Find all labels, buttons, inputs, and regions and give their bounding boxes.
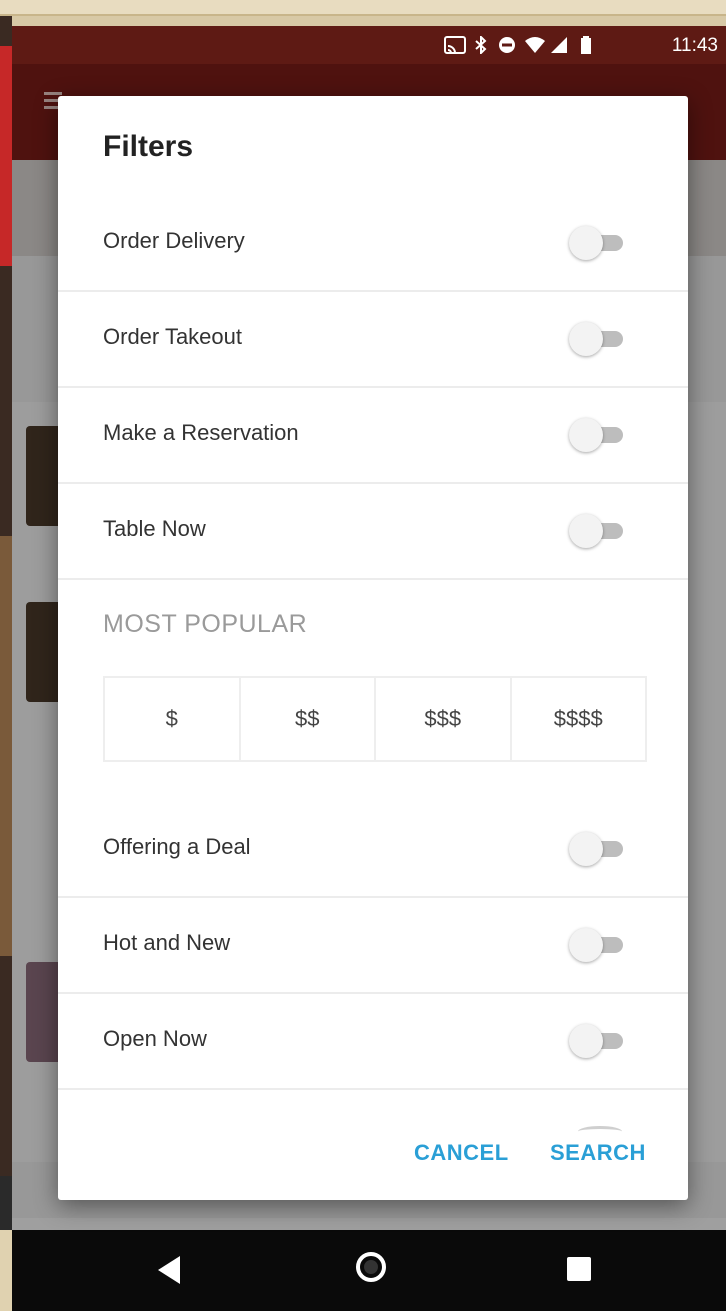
filter-label: Offering a Deal	[103, 834, 251, 859]
filters-dialog: Filters Order Delivery Order Takeout Mak…	[58, 96, 688, 1200]
phone-screen: 11:43 Filters Order Delivery Order Takeo…	[12, 26, 726, 1311]
order-delivery-toggle[interactable]	[569, 226, 627, 260]
dialog-title: Filters	[103, 130, 194, 163]
cast-icon	[444, 36, 466, 58]
price-option-1[interactable]: $	[105, 678, 241, 760]
left-edge-strip	[0, 16, 12, 1311]
order-takeout-toggle[interactable]	[569, 322, 627, 356]
filter-row-order-takeout[interactable]: Order Takeout	[58, 292, 688, 388]
filter-label: Order Delivery	[103, 228, 245, 253]
home-icon[interactable]	[356, 1252, 386, 1282]
filter-row-offering-deal[interactable]: Offering a Deal	[58, 802, 688, 898]
filter-row-table-now[interactable]: Table Now	[58, 484, 688, 580]
filter-label: Order Takeout	[103, 324, 243, 349]
status-time: 11:43	[671, 35, 718, 56]
search-button[interactable]: SEARCH	[550, 1140, 646, 1166]
dialog-actions: CANCEL SEARCH	[58, 1136, 688, 1200]
cancel-button[interactable]: CANCEL	[414, 1140, 509, 1166]
section-label-most-popular: MOST POPULAR	[103, 610, 308, 638]
left-strip-segment	[0, 46, 12, 266]
battery-icon	[580, 36, 592, 58]
filter-label: Table Now	[103, 516, 206, 541]
bluetooth-icon	[474, 34, 488, 58]
price-option-4[interactable]: $$$$	[512, 678, 646, 760]
back-icon[interactable]	[158, 1256, 180, 1284]
filter-label: Make a Reservation	[103, 420, 299, 445]
hot-and-new-toggle[interactable]	[569, 928, 627, 962]
filter-row-order-delivery[interactable]: Order Delivery	[58, 196, 688, 292]
table-now-toggle[interactable]	[569, 514, 627, 548]
filter-label: Hot and New	[103, 930, 231, 955]
price-option-3[interactable]: $$$	[376, 678, 512, 760]
make-reservation-toggle[interactable]	[569, 418, 627, 452]
price-filter-group: $ $$ $$$ $$$$	[103, 676, 647, 762]
system-navigation-bar	[12, 1230, 726, 1311]
signal-icon	[550, 36, 568, 58]
screenshot-frame: 11:43 Filters Order Delivery Order Takeo…	[0, 0, 726, 1311]
filter-label: Open Now	[103, 1026, 207, 1051]
filter-row-open-now[interactable]: Open Now	[58, 994, 688, 1090]
wifi-icon	[524, 36, 546, 58]
recents-icon[interactable]	[567, 1257, 591, 1281]
left-strip-segment	[0, 536, 12, 956]
do-not-disturb-icon	[498, 36, 516, 58]
filter-row-make-reservation[interactable]: Make a Reservation	[58, 388, 688, 484]
status-bar: 11:43	[12, 26, 726, 64]
frame-top-edge	[0, 0, 726, 16]
filter-row-hot-and-new[interactable]: Hot and New	[58, 898, 688, 994]
price-option-2[interactable]: $$	[241, 678, 376, 760]
offering-deal-toggle[interactable]	[569, 832, 627, 866]
open-now-toggle[interactable]	[569, 1024, 627, 1058]
